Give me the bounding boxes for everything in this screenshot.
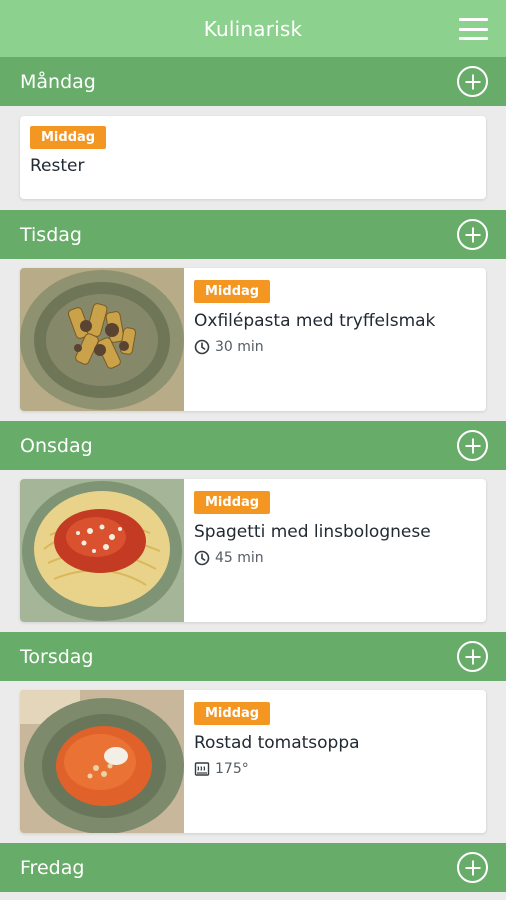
add-meal-icon[interactable] (457, 66, 488, 97)
app-header: Kulinarisk (0, 0, 506, 57)
oven-temperature: 175° (215, 761, 249, 777)
day-label: Onsdag (20, 434, 93, 457)
day-label: Måndag (20, 70, 96, 93)
app-title: Kulinarisk (203, 16, 303, 41)
add-meal-icon[interactable] (457, 852, 488, 883)
day-header-mandag: Måndag (0, 57, 506, 106)
menu-icon[interactable] (459, 18, 488, 40)
add-meal-icon[interactable] (457, 219, 488, 250)
meal-type-badge: Middag (194, 280, 271, 303)
cook-time: 45 min (215, 550, 264, 566)
meal-name: Rester (30, 156, 85, 176)
meal-card[interactable]: Middag Rester (20, 116, 486, 199)
recipe-meta: 30 min (194, 339, 476, 355)
recipe-meta: 45 min (194, 550, 476, 566)
day-header-torsdag: Torsdag (0, 632, 506, 681)
recipe-name: Oxfilépasta med tryffelsmak (194, 311, 436, 331)
recipe-image (20, 268, 184, 411)
day-label: Tisdag (20, 223, 82, 246)
recipe-image (20, 479, 184, 622)
clock-icon (194, 550, 210, 566)
clock-icon (194, 339, 210, 355)
add-meal-icon[interactable] (457, 430, 488, 461)
day-header-tisdag: Tisdag (0, 210, 506, 259)
oven-icon (194, 762, 210, 776)
recipe-name: Spagetti med linsbolognese (194, 522, 431, 542)
day-header-fredag: Fredag (0, 843, 506, 892)
meal-card[interactable]: Middag Spagetti med linsbolognese 45 min (20, 479, 486, 622)
add-meal-icon[interactable] (457, 641, 488, 672)
recipe-meta: 175° (194, 761, 476, 777)
meal-card[interactable]: Middag Oxfilépasta med tryffelsmak 30 mi… (20, 268, 486, 411)
day-label: Torsdag (20, 645, 94, 668)
meal-type-badge: Middag (194, 491, 271, 514)
cook-time: 30 min (215, 339, 264, 355)
meal-card[interactable]: Middag Rostad tomatsoppa 175° (20, 690, 486, 833)
meal-type-badge: Middag (30, 126, 107, 149)
recipe-name: Rostad tomatsoppa (194, 733, 360, 753)
meal-type-badge: Middag (194, 702, 271, 725)
day-header-onsdag: Onsdag (0, 421, 506, 470)
recipe-image (20, 690, 184, 833)
day-label: Fredag (20, 856, 85, 879)
